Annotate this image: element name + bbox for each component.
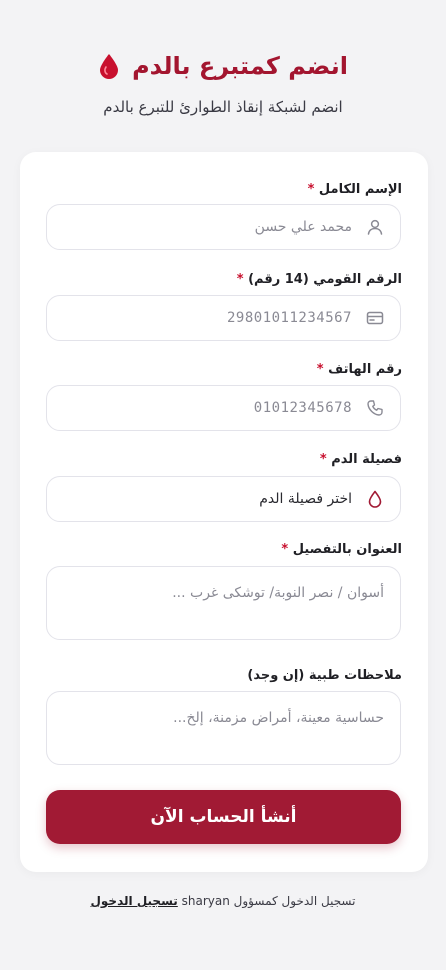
address-label: العنوان بالتفصيل *: [281, 542, 402, 557]
footer: تسجيل الدخول كمسؤول sharyan تسجيل الدخول: [0, 894, 446, 908]
page-title: انضم كمتبرع بالدم: [132, 52, 348, 80]
national-id-label: الرقم القومي (14 رقم) *: [236, 272, 402, 287]
address-textarea[interactable]: أسوان / نصر النوبة/ توشكى غرب ...: [46, 566, 401, 640]
user-icon: [366, 218, 384, 236]
blood-type-label: فصيلة الدم *: [319, 452, 402, 467]
full-name-input[interactable]: محمد علي حسن: [46, 204, 401, 250]
id-card-icon: [366, 309, 384, 327]
page-subtitle: انضم لشبكة إنقاذ الطوارئ للتبرع بالدم: [103, 98, 343, 116]
blood-type-select[interactable]: اختر فصيلة الدم: [46, 476, 401, 522]
national-id-input[interactable]: 29801011234567: [46, 295, 401, 341]
phone-icon: [366, 399, 384, 417]
notes-label: ملاحظات طبية (إن وجد): [247, 668, 402, 683]
full-name-label: الإسم الكامل *: [307, 182, 402, 197]
phone-input[interactable]: 01012345678: [46, 385, 401, 431]
page-header: انضم كمتبرع بالدم انضم لشبكة إنقاذ الطوا…: [0, 52, 446, 116]
admin-login-text: تسجيل الدخول كمسؤول sharyan: [181, 894, 356, 908]
blood-drop-icon: [98, 53, 120, 79]
create-account-button[interactable]: أنشأ الحساب الآن: [46, 790, 401, 844]
phone-label: رقم الهاتف *: [316, 362, 402, 377]
blood-drop-icon: [366, 490, 384, 508]
medical-notes-textarea[interactable]: حساسية معينة، أمراض مزمنة، إلخ...: [46, 691, 401, 765]
login-link[interactable]: تسجيل الدخول: [91, 894, 178, 908]
registration-form: الإسم الكامل * محمد علي حسن الرقم القومي…: [20, 152, 428, 872]
